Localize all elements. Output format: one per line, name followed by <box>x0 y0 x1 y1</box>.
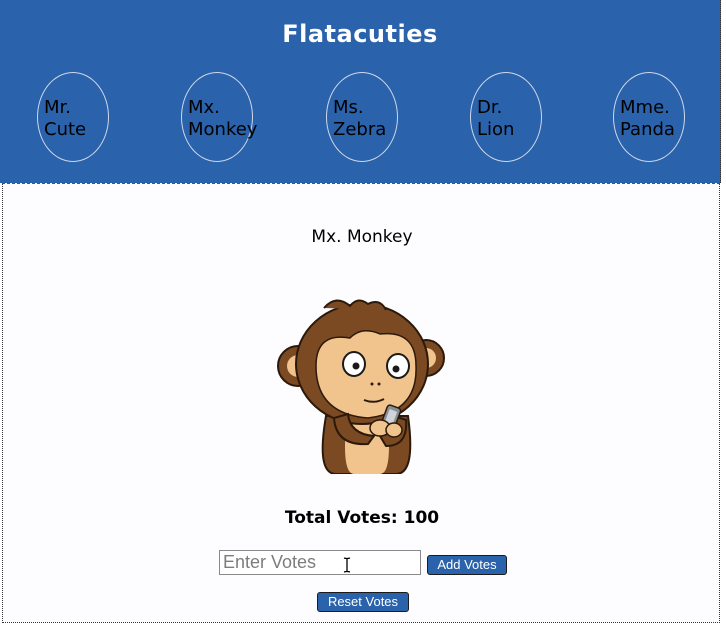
character-button-mr-cute[interactable]: Mr. Cute <box>37 72 109 162</box>
character-label-line2: Cute <box>44 119 87 140</box>
character-bar: Flatacuties Mr. Cute Mx. Monkey Ms. Zebr… <box>0 0 721 183</box>
character-detail-panel: Mx. Monkey Total Votes: 100 Enter Votes … <box>2 183 720 623</box>
monkey-image <box>277 299 445 474</box>
page-title: Flatacuties <box>282 20 438 48</box>
total-votes: Total Votes: 100 <box>284 508 440 528</box>
character-label-line1: Mme. <box>620 97 670 118</box>
text-cursor-icon <box>343 557 351 573</box>
character-label-line1: Ms. <box>333 97 364 118</box>
character-label-line1: Dr. <box>477 97 503 118</box>
character-label-line2: Zebra <box>333 119 387 140</box>
character-button-mme-panda[interactable]: Mme. Panda <box>613 72 685 162</box>
character-name: Mx. Monkey <box>311 227 413 247</box>
character-label-line2: Lion <box>477 119 515 140</box>
add-votes-button[interactable]: Add Votes <box>427 555 507 575</box>
character-button-ms-zebra[interactable]: Ms. Zebra <box>326 72 398 162</box>
character-label-line2: Panda <box>620 119 675 140</box>
character-label-line1: Mx. <box>188 97 220 118</box>
votes-input[interactable] <box>219 550 421 575</box>
character-button-dr-lion[interactable]: Dr. Lion <box>470 72 542 162</box>
reset-votes-button[interactable]: Reset Votes <box>317 592 409 612</box>
character-label-line1: Mr. <box>44 97 71 118</box>
character-button-mx-monkey[interactable]: Mx. Monkey <box>181 72 258 162</box>
character-label-line2: Monkey <box>188 119 258 140</box>
